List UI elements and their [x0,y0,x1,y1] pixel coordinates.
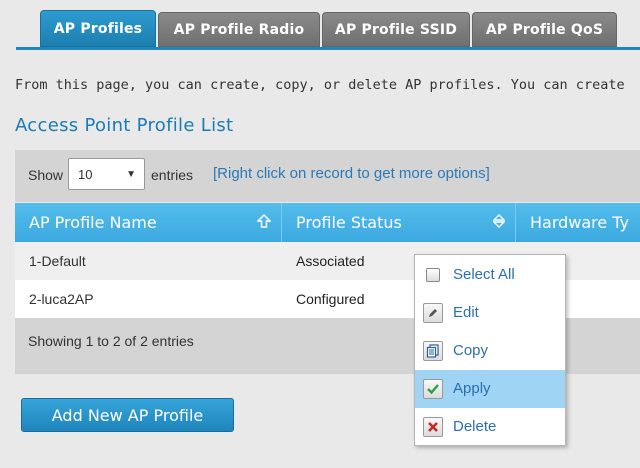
column-header-profile-status[interactable]: Profile Status [282,203,516,242]
entries-per-page-select[interactable]: 10 ▼ [68,158,145,190]
tab-underline [16,47,640,50]
tab-ap-profile-qos[interactable]: AP Profile QoS [472,12,617,47]
column-header-label: AP Profile Name [29,213,157,232]
table-header: AP Profile Name Profile Status Hardware … [15,203,640,242]
show-label: Show [28,167,64,183]
pencil-icon [423,303,443,323]
menu-item-label: Delete [453,418,497,435]
column-header-label: Profile Status [296,213,402,232]
cell-profile-name: 2-luca2AP [29,291,94,307]
checkmark-icon [423,379,443,399]
page-description: From this page, you can create, copy, or… [15,77,625,93]
showing-entries-info: Showing 1 to 2 of 2 entries [28,333,194,349]
sort-up-icon [256,213,272,232]
menu-item-apply[interactable]: Apply [415,370,565,408]
right-click-hint: [Right click on record to get more optio… [213,165,490,182]
checkbox-icon [423,265,443,285]
sort-both-icon [492,214,506,232]
context-menu: Select All Edit Copy Apply Delete [414,254,566,446]
chevron-down-icon: ▼ [126,169,136,180]
column-header-ap-profile-name[interactable]: AP Profile Name [15,203,282,242]
menu-item-delete[interactable]: Delete [415,408,565,446]
menu-item-label: Select All [453,266,515,283]
section-title: Access Point Profile List [15,115,234,136]
menu-item-label: Edit [453,304,479,321]
column-header-label: Hardware Ty [530,213,630,232]
menu-item-select-all[interactable]: Select All [415,256,565,294]
copy-icon [423,341,443,361]
tab-ap-profile-radio[interactable]: AP Profile Radio [158,12,320,47]
delete-x-icon [423,417,443,437]
cell-profile-name: 1-Default [29,253,86,269]
entries-label: entries [151,167,194,183]
tab-ap-profiles[interactable]: AP Profiles [40,10,156,47]
add-new-ap-profile-button[interactable]: Add New AP Profile [21,398,234,432]
tab-ap-profile-ssid[interactable]: AP Profile SSID [322,12,470,47]
column-header-hardware-type[interactable]: Hardware Ty [516,203,640,242]
menu-item-label: Apply [453,380,491,397]
menu-item-label: Copy [453,342,489,359]
menu-item-copy[interactable]: Copy [415,332,565,370]
menu-item-edit[interactable]: Edit [415,294,565,332]
entries-select-value: 10 [78,166,93,182]
